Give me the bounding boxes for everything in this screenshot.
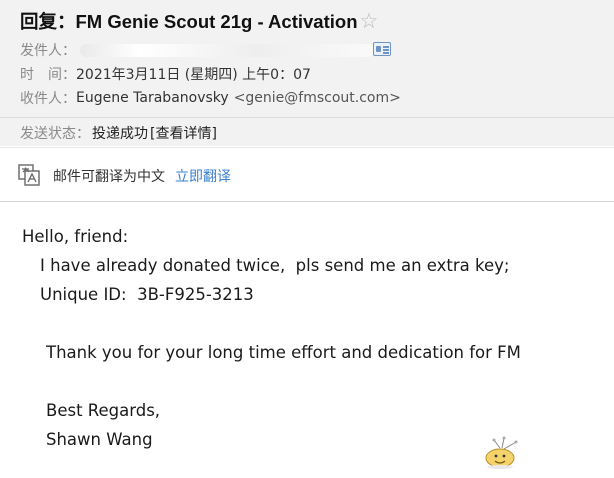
- header-divider: [0, 117, 614, 118]
- translate-prompt: 邮件可翻译为中文: [53, 169, 165, 185]
- status-label: 发送状态：: [20, 126, 90, 142]
- mail-subject: 回复：FM Genie Scout 21g - Activation: [20, 11, 358, 32]
- time-value: 2021年3月11日 (星期四) 上午0：07: [76, 67, 311, 83]
- sender-row: 发件人：: [20, 40, 374, 60]
- emoticon-icon: [485, 436, 518, 469]
- mail-header: 回复：FM Genie Scout 21g - Activation ☆ 发件人…: [0, 0, 614, 146]
- time-row: 时 间： 2021年3月11日 (星期四) 上午0：07: [20, 64, 311, 84]
- body-line-2: Unique ID: 3B-F925-3213: [40, 285, 254, 304]
- contact-card-icon[interactable]: [373, 42, 391, 56]
- status-value: 投递成功: [92, 126, 148, 142]
- translate-now-link[interactable]: 立即翻译: [175, 166, 231, 186]
- recipient-email[interactable]: <genie@fmscout.com>: [234, 90, 401, 106]
- greeting-line: Hello, friend:: [22, 227, 129, 246]
- sender-label: 发件人：: [20, 43, 76, 59]
- recipient-label: 收件人：: [20, 91, 76, 107]
- star-icon[interactable]: ☆: [360, 10, 379, 32]
- view-details-link[interactable]: [查看详情]: [150, 123, 217, 143]
- body-line-3: Thank you for your long time effort and …: [46, 343, 521, 362]
- translate-bar: 邮件可翻译为中文 立即翻译: [0, 147, 614, 202]
- status-row: 发送状态： 投递成功 [查看详情]: [20, 123, 217, 143]
- subject-row: 回复：FM Genie Scout 21g - Activation ☆: [20, 8, 378, 34]
- closing-line: Best Regards,: [46, 401, 161, 420]
- redacted-sender: [80, 43, 374, 57]
- body-line-1: I have already donated twice, pls send m…: [40, 256, 510, 275]
- recipient-name[interactable]: Eugene Tarabanovsky: [76, 90, 229, 106]
- recipient-row: 收件人： Eugene Tarabanovsky <genie@fmscout.…: [20, 88, 401, 108]
- time-label: 时 间：: [20, 67, 76, 83]
- translate-icon: [18, 164, 40, 186]
- translate-text-row: 邮件可翻译为中文 立即翻译: [53, 166, 231, 186]
- signature-line: Shawn Wang: [46, 430, 153, 449]
